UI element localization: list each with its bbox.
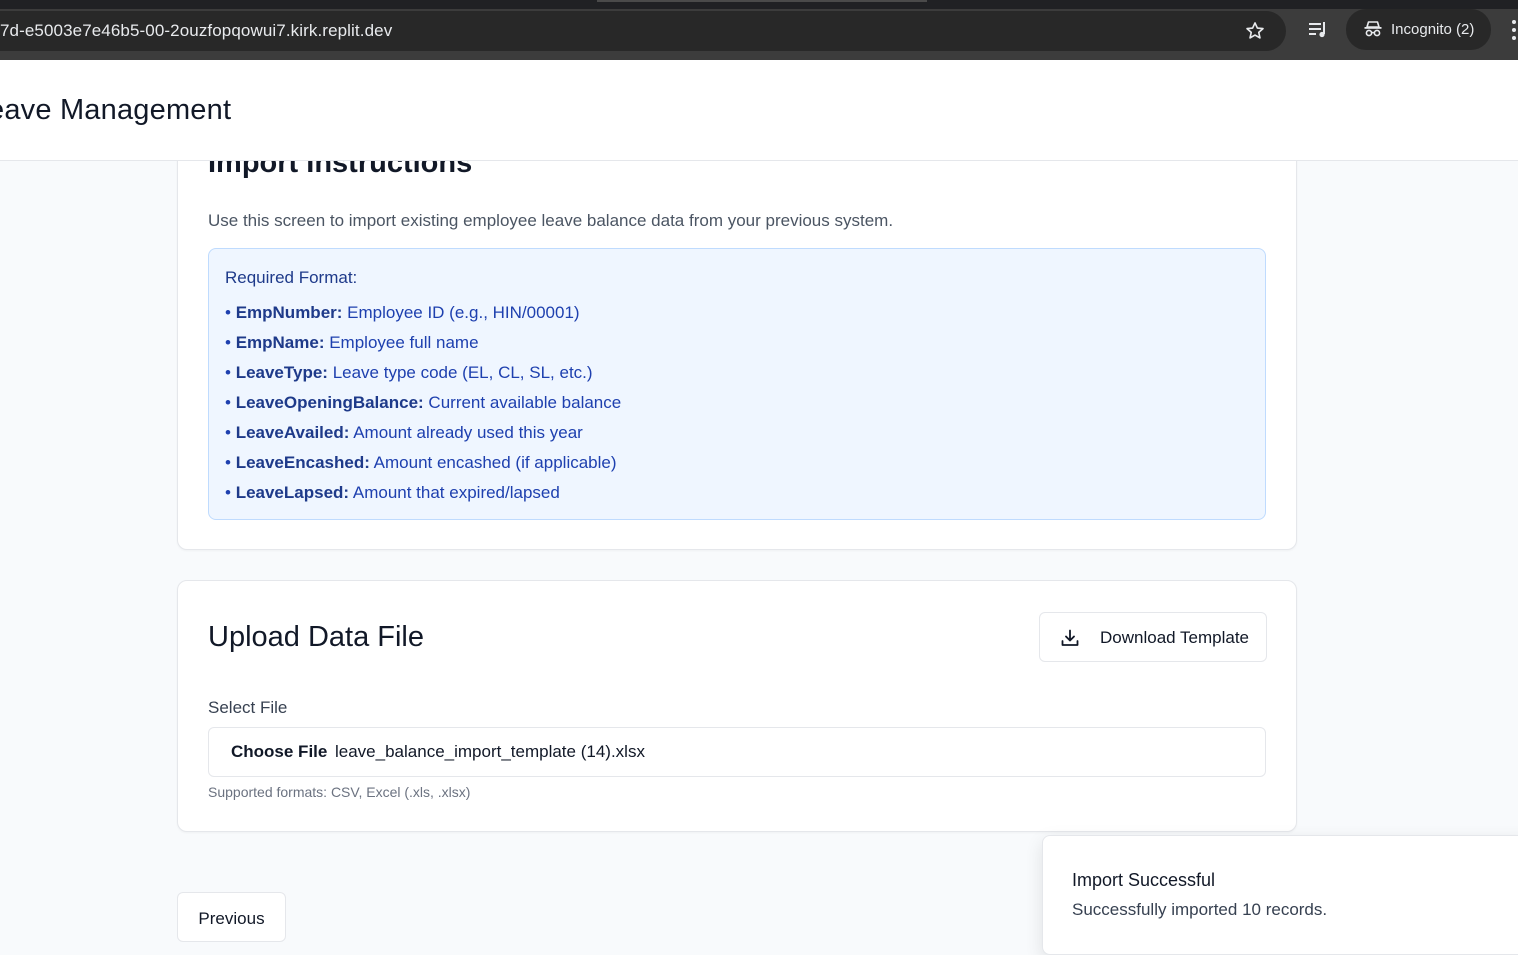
- field-name: LeaveOpeningBalance:: [235, 393, 424, 412]
- media-control-icon[interactable]: [1307, 19, 1329, 41]
- field-name: EmpNumber:: [235, 303, 343, 322]
- field-description: Employee ID (e.g., HIN/00001): [342, 303, 580, 322]
- field-name: LeaveType:: [235, 363, 328, 382]
- bullet: •: [225, 483, 231, 502]
- list-item: • LeaveLapsed: Amount that expired/lapse…: [225, 481, 621, 511]
- field-name: LeaveAvailed:: [235, 423, 350, 442]
- previous-button[interactable]: Previous: [177, 892, 286, 942]
- file-input[interactable]: Choose File leave_balance_import_templat…: [208, 727, 1266, 777]
- field-description: Amount that expired/lapsed: [349, 483, 560, 502]
- select-file-label: Select File: [208, 698, 288, 717]
- download-template-label: Download Template: [1100, 628, 1249, 647]
- bullet: •: [225, 423, 231, 442]
- app-title: eave Management: [0, 94, 232, 126]
- supported-formats-help: Supported formats: CSV, Excel (.xls, .xl…: [208, 784, 471, 800]
- more-vert-icon[interactable]: [1512, 20, 1518, 42]
- field-description: Leave type code (EL, CL, SL, etc.): [327, 363, 593, 382]
- upload-title: Upload Data File: [208, 621, 424, 653]
- browser-chrome: 7d-e5003e7e46b5-00-2ouzfopqowui7.kirk.re…: [0, 0, 1518, 60]
- list-item: • LeaveAvailed: Amount already used this…: [225, 421, 621, 451]
- success-toast[interactable]: Import Successful Successfully imported …: [1042, 835, 1518, 955]
- bullet: •: [225, 303, 231, 322]
- instructions-description: Use this screen to import existing emplo…: [208, 211, 894, 230]
- format-field-list: • EmpNumber: Employee ID (e.g., HIN/0000…: [225, 301, 621, 511]
- previous-label: Previous: [198, 909, 265, 928]
- selected-file-name: leave_balance_import_template (14).xlsx: [335, 742, 645, 761]
- bullet: •: [225, 333, 231, 352]
- bullet: •: [225, 393, 231, 412]
- incognito-icon: [1364, 21, 1382, 37]
- bullet: •: [225, 363, 231, 382]
- upload-data-file-card: Upload Data File Download Template Selec…: [177, 580, 1297, 832]
- field-name: EmpName:: [235, 333, 325, 352]
- toast-message: Successfully imported 10 records.: [1072, 900, 1328, 919]
- download-icon: [1061, 629, 1079, 646]
- list-item: • LeaveEncashed: Amount encashed (if app…: [225, 451, 621, 481]
- field-description: Current available balance: [423, 393, 622, 412]
- app-header: eave Management: [0, 60, 1518, 161]
- choose-file-button[interactable]: Choose File: [231, 742, 327, 762]
- required-format-heading: Required Format:: [225, 268, 358, 287]
- bullet: •: [225, 453, 231, 472]
- tab-indicator: [597, 0, 927, 2]
- toast-title: Import Successful: [1072, 870, 1216, 890]
- required-format-box: Required Format: • EmpNumber: Employee I…: [208, 248, 1266, 520]
- field-description: Amount already used this year: [349, 423, 583, 442]
- download-template-button[interactable]: Download Template: [1039, 612, 1267, 662]
- field-description: Amount encashed (if applicable): [369, 453, 617, 472]
- list-item: • EmpNumber: Employee ID (e.g., HIN/0000…: [225, 301, 621, 331]
- incognito-button[interactable]: Incognito (2): [1346, 9, 1491, 50]
- field-description: Employee full name: [324, 333, 479, 352]
- address-bar[interactable]: 7d-e5003e7e46b5-00-2ouzfopqowui7.kirk.re…: [0, 11, 1286, 51]
- url-text[interactable]: 7d-e5003e7e46b5-00-2ouzfopqowui7.kirk.re…: [0, 21, 392, 41]
- list-item: • EmpName: Employee full name: [225, 331, 621, 361]
- field-name: LeaveLapsed:: [235, 483, 350, 502]
- import-instructions-card: Import Instructions Use this screen to i…: [177, 120, 1297, 550]
- star-icon[interactable]: [1244, 20, 1266, 42]
- list-item: • LeaveOpeningBalance: Current available…: [225, 391, 621, 421]
- field-name: LeaveEncashed:: [235, 453, 370, 472]
- incognito-label: Incognito (2): [1391, 21, 1475, 38]
- list-item: • LeaveType: Leave type code (EL, CL, SL…: [225, 361, 621, 391]
